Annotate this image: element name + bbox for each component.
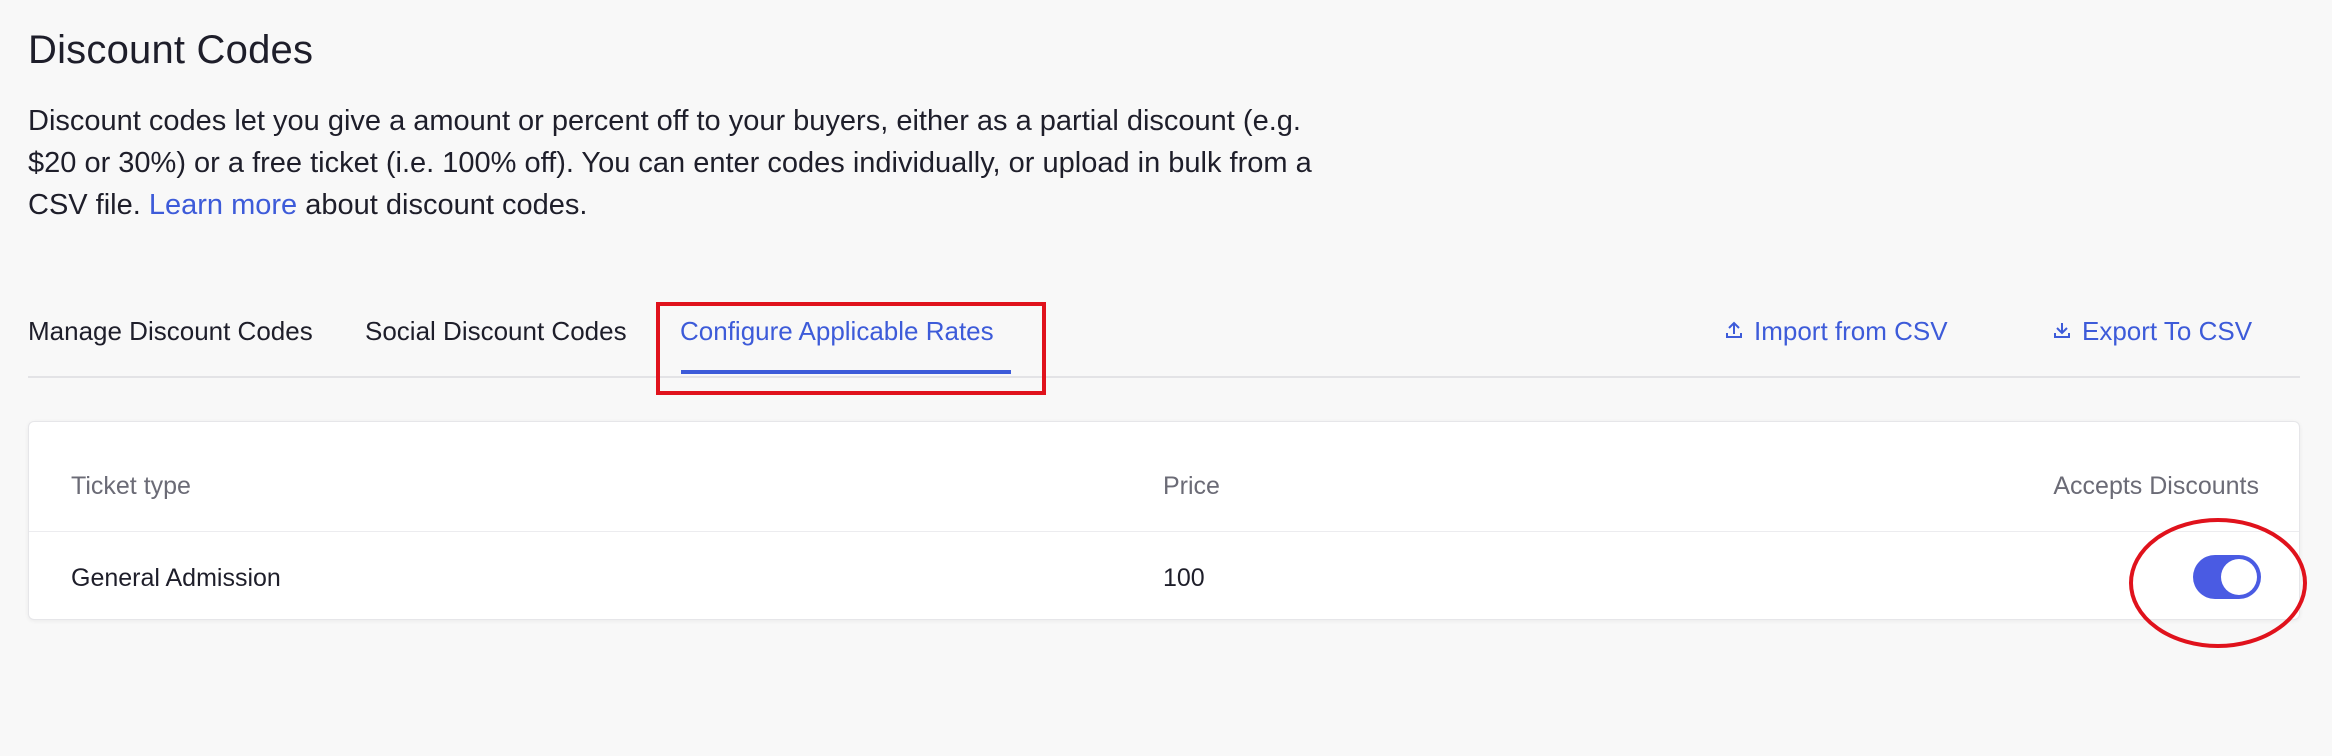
page-title: Discount Codes — [28, 28, 314, 72]
row-divider — [29, 531, 2299, 532]
column-header-ticket-type: Ticket type — [71, 472, 191, 500]
export-csv-button[interactable]: Export To CSV — [2052, 316, 2252, 347]
tab-bar: Manage Discount Codes Social Discount Co… — [28, 298, 2300, 378]
ticket-type-cell: General Admission — [71, 564, 281, 592]
page-description: Discount codes let you give a amount or … — [28, 100, 1328, 226]
rates-table: Ticket type Price Accepts Discounts Gene… — [28, 421, 2300, 620]
export-csv-label: Export To CSV — [2082, 316, 2253, 346]
tab-manage-discount-codes[interactable]: Manage Discount Codes — [28, 316, 313, 347]
price-cell: 100 — [1163, 564, 1205, 592]
download-icon — [2052, 316, 2072, 347]
annotation-highlight-box — [656, 302, 1046, 395]
tab-social-discount-codes[interactable]: Social Discount Codes — [365, 316, 627, 347]
annotation-highlight-circle — [2129, 518, 2307, 648]
description-suffix: about discount codes. — [305, 189, 588, 221]
import-csv-label: Import from CSV — [1754, 316, 1948, 346]
learn-more-link[interactable]: Learn more — [149, 189, 297, 221]
column-header-accepts-discounts: Accepts Discounts — [2053, 472, 2259, 500]
upload-icon — [1724, 316, 1744, 347]
column-header-price: Price — [1163, 472, 1220, 500]
import-csv-button[interactable]: Import from CSV — [1724, 316, 1948, 347]
discount-codes-page: Discount Codes Discount codes let you gi… — [0, 0, 2332, 756]
